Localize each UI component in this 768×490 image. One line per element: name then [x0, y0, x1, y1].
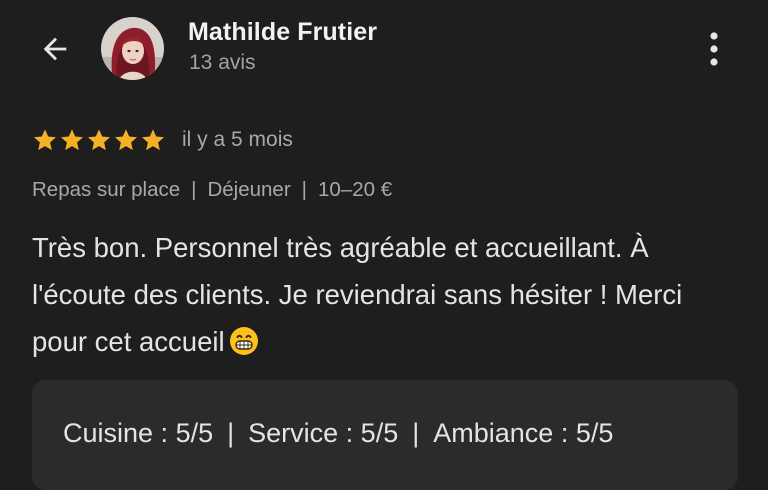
sub-rating-ambiance: Ambiance : 5/5: [433, 418, 614, 448]
sub-rating-separator: |: [227, 418, 235, 448]
star-icon: [115, 129, 137, 151]
meta-meal-type: Déjeuner: [207, 178, 291, 201]
sub-rating-cuisine: Cuisine : 5/5: [63, 418, 214, 448]
star-icon: [142, 129, 164, 151]
back-button[interactable]: [36, 30, 74, 68]
star-icon: [34, 129, 56, 151]
star-rating: [32, 127, 166, 153]
avatar-image: [101, 17, 164, 80]
star-icon: [61, 129, 83, 151]
meta-separator: |: [191, 178, 197, 201]
review-text: Très bon. Personnel très agréable et acc…: [32, 224, 742, 365]
meta-price-range: 10–20 €: [318, 178, 393, 201]
sub-rating-service: Service : 5/5: [248, 418, 399, 448]
sub-ratings-card: Cuisine : 5/5 | Service : 5/5 | Ambiance…: [32, 380, 738, 490]
avatar[interactable]: [101, 17, 164, 80]
arrow-left-icon: [43, 37, 67, 61]
sub-ratings: Cuisine : 5/5 | Service : 5/5 | Ambiance…: [63, 418, 613, 449]
review-meta: Repas sur place | Déjeuner | 10–20 €: [32, 178, 392, 202]
review-body: Très bon. Personnel très agréable et acc…: [32, 232, 683, 357]
star-icon: [88, 129, 110, 151]
meta-separator: |: [301, 178, 307, 201]
rating-row: il y a 5 mois: [32, 124, 293, 156]
more-options-button[interactable]: [700, 30, 728, 68]
review-header: Mathilde Frutier 13 avis: [0, 0, 768, 100]
review-date: il y a 5 mois: [182, 128, 293, 151]
meta-dining-option: Repas sur place: [32, 178, 181, 201]
sub-rating-separator: |: [412, 418, 420, 448]
grinning-face-icon: [229, 327, 258, 355]
more-vertical-icon: [710, 32, 718, 66]
review-count: 13 avis: [189, 51, 256, 74]
author-name[interactable]: Mathilde Frutier: [188, 18, 377, 47]
